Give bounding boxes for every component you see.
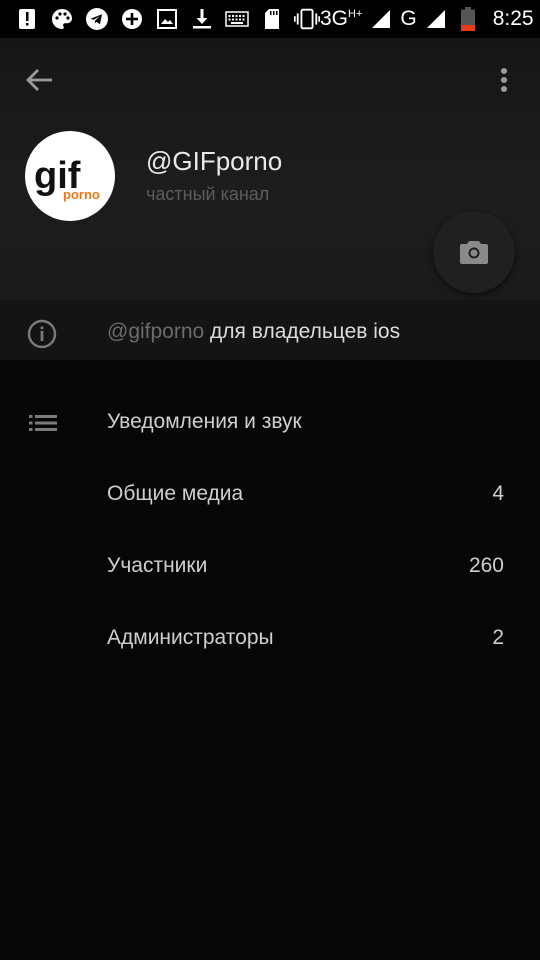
shared-media-count: 4 xyxy=(492,482,504,505)
download-icon xyxy=(189,6,215,32)
channel-header: gif porno @GIFporno частный канал xyxy=(0,38,540,300)
members-label: Участники xyxy=(107,554,208,577)
vibrate-icon xyxy=(294,6,320,32)
status-bar: 3GH+ G 8:25 xyxy=(0,0,540,38)
shared-media-label: Общие медиа xyxy=(107,482,244,505)
channel-type: частный канал xyxy=(146,184,270,204)
members-row[interactable]: Участники 260 xyxy=(0,536,540,596)
admins-label: Администраторы xyxy=(107,626,274,649)
channel-description-row[interactable]: @gifporno для владельцев ios xyxy=(0,300,540,360)
camera-icon xyxy=(460,241,488,264)
alert-icon xyxy=(14,6,40,32)
channel-link[interactable]: @gifporno xyxy=(107,320,204,343)
shared-media-row[interactable]: Общие медиа 4 xyxy=(0,464,540,524)
clock: 8:25 xyxy=(492,7,534,30)
channel-description: @gifporno для владельцев ios xyxy=(107,320,401,343)
admins-row[interactable]: Администраторы 2 xyxy=(0,608,540,668)
camera-button[interactable] xyxy=(433,211,515,293)
channel-name: @GIFporno xyxy=(146,146,283,176)
battery-icon xyxy=(455,6,481,32)
palette-icon xyxy=(49,6,75,32)
telegram-icon xyxy=(84,6,110,32)
more-options-button[interactable] xyxy=(494,66,514,96)
notifications-row[interactable]: Уведомления и звук xyxy=(0,392,540,452)
back-arrow-icon xyxy=(26,69,52,91)
network-type: 3GH+ xyxy=(320,7,363,30)
admins-count: 2 xyxy=(492,626,504,649)
members-count: 260 xyxy=(468,554,504,577)
network-type-2: G xyxy=(400,7,417,30)
back-button[interactable] xyxy=(24,66,60,94)
sd-card-icon xyxy=(259,6,285,32)
notifications-label: Уведомления и звук xyxy=(107,410,302,433)
signal-icon xyxy=(368,6,394,32)
logo-sub-text: porno xyxy=(63,187,100,202)
info-icon xyxy=(27,319,57,349)
add-message-icon xyxy=(119,6,145,32)
signal-icon-2 xyxy=(423,6,449,32)
channel-avatar[interactable]: gif porno xyxy=(25,131,115,221)
image-icon xyxy=(154,6,180,32)
keyboard-icon xyxy=(224,6,250,32)
more-vert-icon xyxy=(501,68,507,92)
